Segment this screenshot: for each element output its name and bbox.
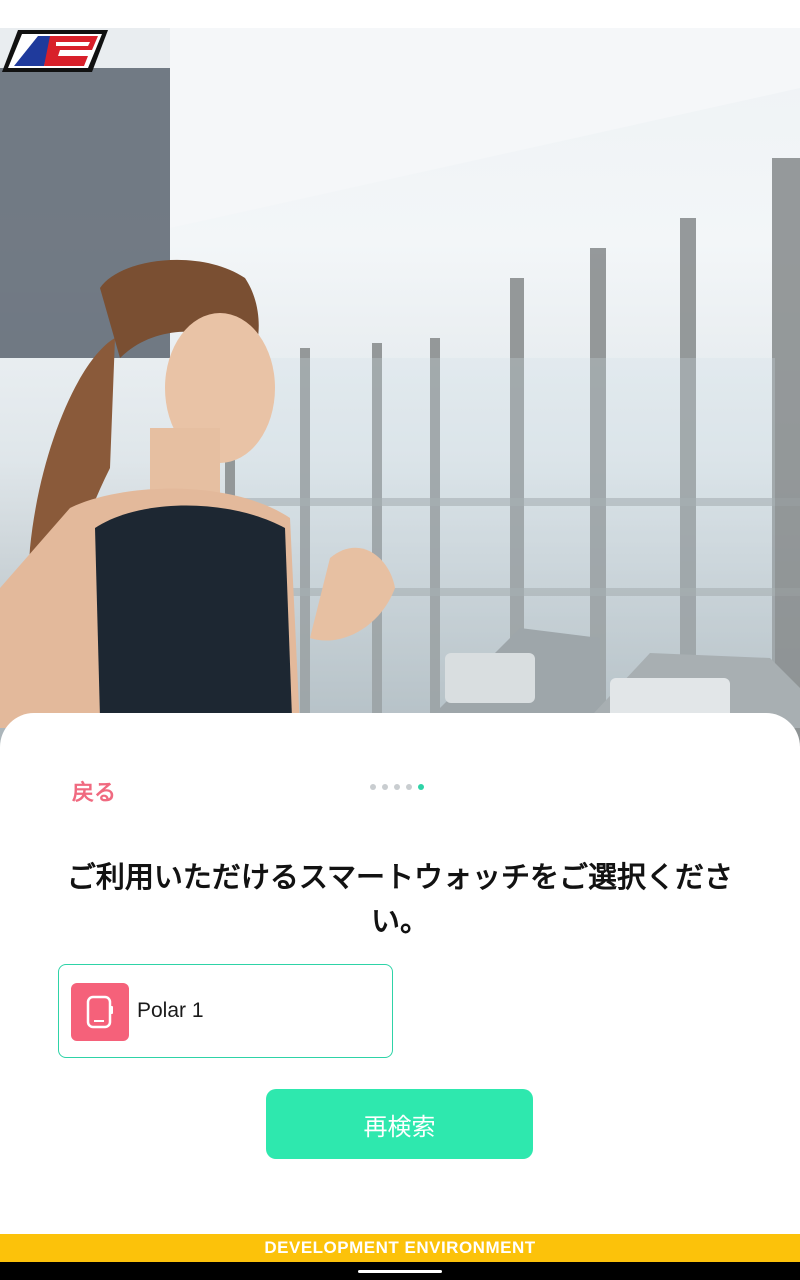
hero-photo xyxy=(0,28,800,748)
page-dot xyxy=(394,784,400,790)
page-title: ご利用いただけるスマートウォッチをご選択ください。 xyxy=(66,860,734,938)
back-link[interactable]: 戻る xyxy=(72,775,116,807)
environment-banner: DEVELOPMENT ENVIRONMENT xyxy=(0,1234,800,1262)
watch-icon xyxy=(86,995,113,1029)
home-indicator[interactable] xyxy=(358,1270,442,1273)
system-nav-bar xyxy=(0,1262,800,1280)
app-screen: 戻る ご利用いただけるスマートウォッチをご選択ください。 Polar 1 再検索… xyxy=(0,0,800,1280)
page-dot xyxy=(406,784,412,790)
rescan-button[interactable]: 再検索 xyxy=(266,1089,533,1159)
page-dot xyxy=(370,784,376,790)
device-icon-badge xyxy=(71,983,129,1041)
page-dot xyxy=(382,784,388,790)
device-list-item[interactable]: Polar 1 xyxy=(58,964,393,1058)
page-dot-active xyxy=(418,784,424,790)
status-bar xyxy=(0,0,800,28)
hero-illustration xyxy=(0,28,800,748)
brand-logo xyxy=(2,30,108,72)
page-indicator xyxy=(370,784,424,792)
device-name: Polar 1 xyxy=(137,999,204,1022)
bottom-sheet: 戻る ご利用いただけるスマートウォッチをご選択ください。 Polar 1 再検索 xyxy=(0,713,800,1233)
